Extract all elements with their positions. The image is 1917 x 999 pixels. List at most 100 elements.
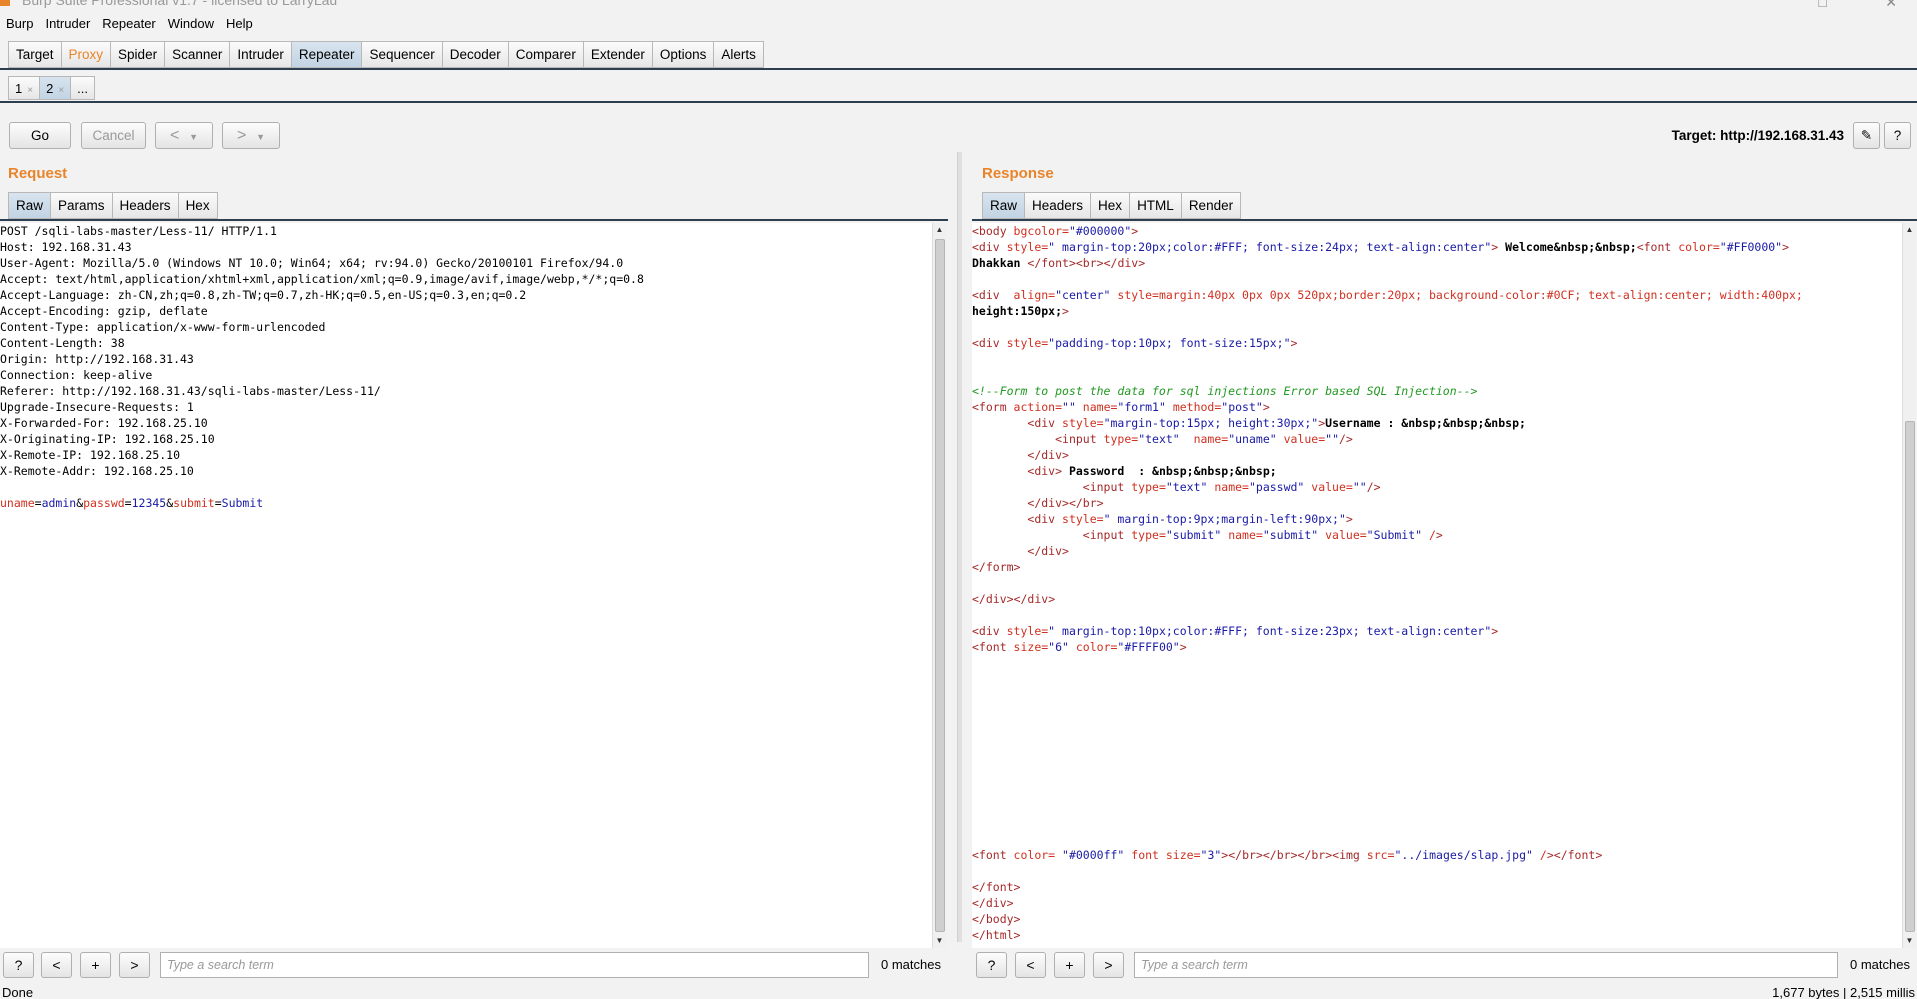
response-line: </div>: [1027, 544, 1069, 558]
forward-button: > ▼: [222, 122, 280, 149]
response-line: [972, 351, 1902, 367]
request-tab-hex[interactable]: Hex: [177, 192, 218, 219]
response-line: [972, 271, 1902, 287]
tab-alerts[interactable]: Alerts: [713, 41, 764, 68]
response-line: [972, 719, 1902, 735]
response-line: [972, 687, 1902, 703]
tab-decoder[interactable]: Decoder: [441, 41, 508, 68]
scroll-thumb[interactable]: [1905, 421, 1915, 932]
forward-arrow-icon: >: [236, 127, 247, 144]
tab-extender[interactable]: Extender: [582, 41, 652, 68]
request-search-options-button[interactable]: +: [80, 952, 111, 978]
tab-comparer[interactable]: Comparer: [507, 41, 583, 68]
menu-burp[interactable]: Burp: [0, 12, 39, 34]
menu-bar: Burp Intruder Repeater Window Help: [0, 12, 259, 34]
edit-target-button[interactable]: ✎: [1853, 122, 1880, 149]
response-line: [972, 751, 1902, 767]
response-line: </div>: [972, 896, 1014, 910]
go-button[interactable]: Go: [9, 122, 71, 149]
back-arrow-icon: <: [169, 127, 180, 144]
response-search-options-button[interactable]: +: [1054, 952, 1085, 978]
response-line: <div style=" margin-top:9px;margin-left:…: [1027, 512, 1353, 526]
repeater-tabs-rule: [0, 101, 1917, 103]
maximize-icon[interactable]: □: [1819, 0, 1827, 10]
response-line: [972, 319, 1902, 335]
request-scrollbar[interactable]: ▲ ▼: [932, 223, 946, 948]
response-line: </html>: [972, 928, 1021, 942]
response-view-tabs: Raw Headers Hex HTML Render: [982, 192, 1242, 219]
tab-options[interactable]: Options: [651, 41, 714, 68]
response-line: <div style="padding-top:10px; font-size:…: [972, 336, 1298, 350]
request-view-tabs: Raw Params Headers Hex: [8, 192, 218, 219]
request-line: Content-Type: application/x-www-form-url…: [0, 320, 326, 334]
response-line: <div style=" margin-top:10px;color:#FFF;…: [972, 624, 1499, 638]
tab-scanner[interactable]: Scanner: [164, 41, 230, 68]
request-tab-headers[interactable]: Headers: [111, 192, 178, 219]
tab-target[interactable]: Target: [8, 41, 61, 68]
request-body-line: uname=admin&passwd=12345&submit=Submit: [0, 496, 264, 510]
response-line: [972, 671, 1902, 687]
response-line: </div></br>: [1027, 496, 1104, 510]
scroll-down-icon[interactable]: ▼: [933, 934, 946, 948]
repeater-tab-2[interactable]: 2 ×: [39, 76, 71, 100]
repeater-tab-new[interactable]: ...: [70, 76, 95, 100]
request-line: X-Forwarded-For: 192.168.25.10: [0, 416, 208, 430]
request-search-input[interactable]: Type a search term: [160, 952, 869, 978]
response-line: </body>: [972, 912, 1021, 926]
scroll-thumb[interactable]: [935, 239, 945, 932]
request-line: X-Originating-IP: 192.168.25.10: [0, 432, 215, 446]
body-param-name: passwd: [83, 496, 125, 510]
response-stats: 1,677 bytes | 2,515 millis: [1772, 988, 1915, 999]
response-tabs-rule: [972, 219, 1917, 221]
menu-intruder[interactable]: Intruder: [39, 12, 96, 34]
help-icon: ?: [1893, 128, 1902, 143]
menu-help[interactable]: Help: [220, 12, 259, 34]
menu-window[interactable]: Window: [162, 12, 220, 34]
request-editor[interactable]: POST /sqli-labs-master/Less-11/ HTTP/1.1…: [0, 223, 932, 948]
response-tab-raw[interactable]: Raw: [982, 192, 1025, 219]
response-tab-render[interactable]: Render: [1180, 192, 1242, 219]
scroll-up-icon[interactable]: ▲: [1903, 223, 1916, 237]
tab-proxy[interactable]: Proxy: [60, 41, 111, 68]
request-line: X-Remote-IP: 192.168.25.10: [0, 448, 181, 462]
response-tab-hex[interactable]: Hex: [1090, 192, 1130, 219]
close-window-icon[interactable]: ✕: [1885, 0, 1897, 10]
tab-sequencer[interactable]: Sequencer: [361, 41, 442, 68]
scroll-down-icon[interactable]: ▼: [1903, 934, 1916, 948]
request-title: Request: [8, 165, 68, 182]
repeater-tab-1[interactable]: 1 ×: [8, 76, 40, 100]
request-tab-raw[interactable]: Raw: [8, 192, 51, 219]
window-title: Burp Suite Professional v1.7 - licensed …: [22, 0, 338, 8]
response-line: [972, 367, 1902, 383]
split-pane-divider[interactable]: [957, 152, 962, 942]
status-text: Done: [2, 988, 34, 999]
request-tab-params[interactable]: Params: [50, 192, 112, 219]
response-line: [972, 863, 1902, 879]
response-line: <font color= "#0000ff" font size="3"></b…: [972, 848, 1603, 862]
close-tab-icon[interactable]: ×: [58, 85, 64, 96]
request-line: User-Agent: Mozilla/5.0 (Windows NT 10.0…: [0, 256, 624, 270]
burp-logo-icon: [0, 0, 10, 6]
main-tabs: Target Proxy Spider Scanner Intruder Rep…: [8, 41, 764, 69]
response-scrollbar[interactable]: ▲ ▼: [1902, 223, 1916, 948]
response-editor[interactable]: <body bgcolor="#000000"> <div style=" mar…: [972, 223, 1902, 948]
response-search-input[interactable]: Type a search term: [1134, 952, 1838, 978]
response-search-help-button[interactable]: ?: [976, 952, 1007, 978]
response-search-next-button[interactable]: >: [1093, 952, 1124, 978]
response-line: <!--Form to post the data for sql inject…: [972, 384, 1478, 398]
help-button[interactable]: ?: [1884, 122, 1911, 149]
scroll-up-icon[interactable]: ▲: [933, 223, 946, 237]
tab-spider[interactable]: Spider: [110, 41, 165, 68]
response-search-prev-button[interactable]: <: [1015, 952, 1046, 978]
menu-repeater[interactable]: Repeater: [96, 12, 161, 34]
request-search-help-button[interactable]: ?: [3, 952, 34, 978]
request-search-prev-button[interactable]: <: [41, 952, 72, 978]
cancel-button: Cancel: [81, 122, 146, 149]
tab-repeater[interactable]: Repeater: [290, 41, 362, 68]
request-search-next-button[interactable]: >: [119, 952, 150, 978]
request-line: Host: 192.168.31.43: [0, 240, 132, 254]
close-tab-icon[interactable]: ×: [27, 85, 33, 96]
response-tab-html[interactable]: HTML: [1129, 192, 1181, 219]
tab-intruder[interactable]: Intruder: [229, 41, 291, 68]
response-tab-headers[interactable]: Headers: [1024, 192, 1091, 219]
